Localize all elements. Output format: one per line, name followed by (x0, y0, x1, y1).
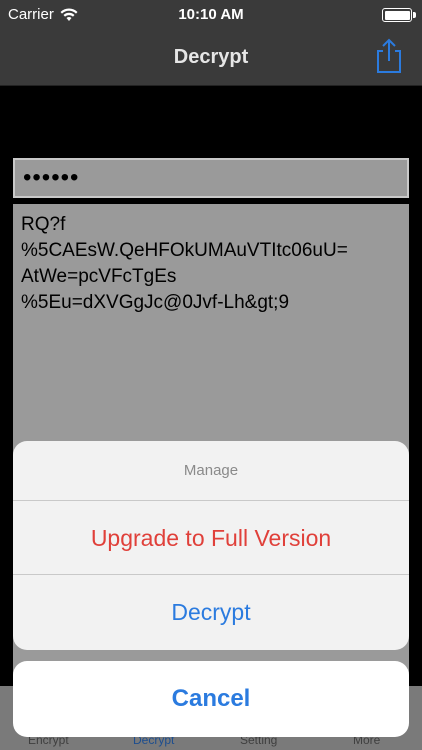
decrypt-button[interactable]: Decrypt (13, 575, 409, 650)
upgrade-button[interactable]: Upgrade to Full Version (13, 501, 409, 575)
cancel-button[interactable]: Cancel (13, 661, 409, 737)
action-sheet: Manage Upgrade to Full Version Decrypt (13, 441, 409, 650)
action-sheet-title: Manage (13, 441, 409, 501)
